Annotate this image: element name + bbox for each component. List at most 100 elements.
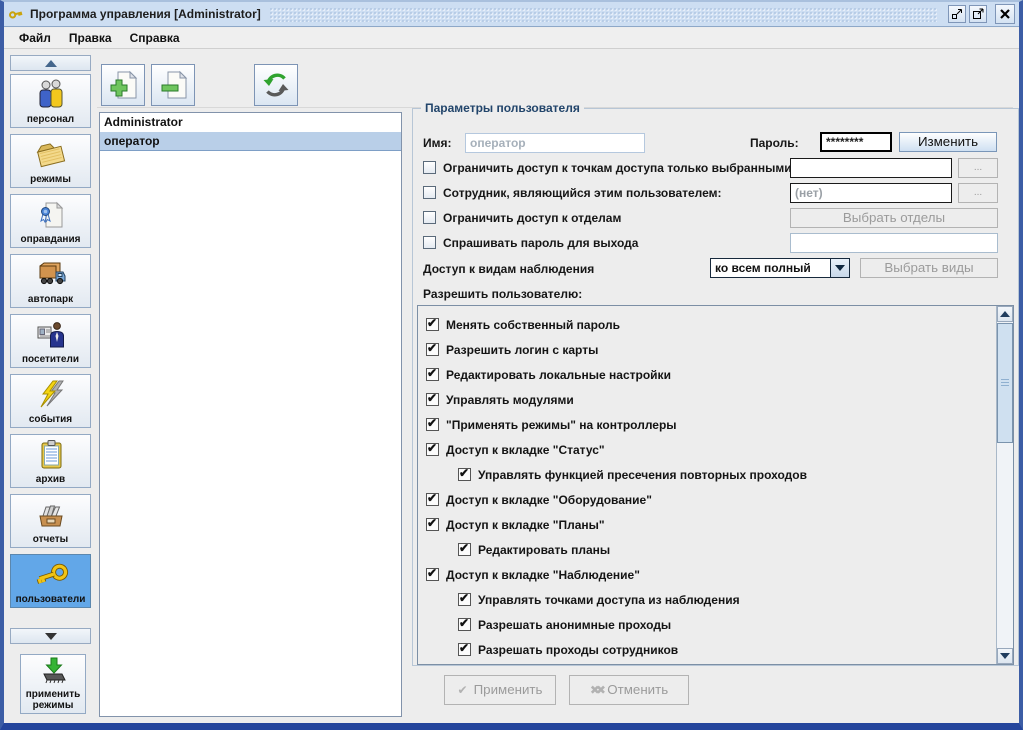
- apply-modes-label: применить режимы: [26, 689, 81, 711]
- title-bar[interactable]: Программа управления [Administrator]: [4, 2, 1019, 27]
- sidebar-item-archive[interactable]: архив: [10, 434, 91, 488]
- permission-checkbox: [426, 343, 439, 356]
- chevron-down-icon[interactable]: [830, 259, 849, 277]
- sidebar-item-excuses[interactable]: оправдания: [10, 194, 91, 248]
- permission-row[interactable]: Разрешать проходы сотрудников: [458, 642, 678, 658]
- refresh-icon: [259, 68, 293, 102]
- folder-icon: [33, 135, 69, 174]
- select-departments-button[interactable]: Выбрать отделы: [790, 208, 998, 228]
- add-user-button[interactable]: [101, 64, 145, 106]
- ask-exit-password-label: Спрашивать пароль для выхода: [443, 236, 638, 250]
- permission-row[interactable]: Управлять модулями: [426, 392, 574, 408]
- apply-modes-button[interactable]: применить режимы: [20, 654, 86, 714]
- permission-checkbox: [458, 543, 471, 556]
- view-access-label: Доступ к видам наблюдения: [423, 262, 594, 276]
- sidebar-scroll-down[interactable]: [10, 628, 91, 644]
- maximize-button[interactable]: [969, 5, 987, 23]
- cardfile-icon: [34, 495, 68, 534]
- close-icon: [998, 7, 1012, 21]
- linked-employee-label: Сотрудник, являющийся этим пользователем…: [443, 186, 722, 200]
- change-password-button[interactable]: Изменить: [899, 132, 997, 152]
- permissions-list: Менять собственный пароль Разрешить логи…: [417, 305, 1014, 665]
- cancel-button[interactable]: ✖✖ Отменить: [569, 675, 689, 705]
- certificate-icon: [34, 195, 68, 234]
- permission-row[interactable]: "Применять режимы" на контроллеры: [426, 417, 677, 433]
- minimize-button[interactable]: [948, 5, 966, 23]
- remove-user-button[interactable]: [151, 64, 195, 106]
- permission-row[interactable]: Доступ к вкладке "Планы": [426, 517, 605, 533]
- lightning-icon: [34, 375, 68, 414]
- refresh-button[interactable]: [254, 64, 298, 106]
- permission-row[interactable]: Доступ к вкладке "Оборудование": [426, 492, 652, 508]
- document-add-icon: [107, 68, 139, 102]
- sidebar-item-events[interactable]: события: [10, 374, 91, 428]
- linked-employee-field[interactable]: [790, 183, 952, 203]
- application-window: Программа управления [Administrator] Фай…: [0, 0, 1023, 730]
- limit-departments-label: Ограничить доступ к отделам: [443, 211, 621, 225]
- name-label: Имя:: [423, 136, 452, 150]
- exit-password-field[interactable]: [790, 233, 998, 253]
- close-button[interactable]: [995, 4, 1015, 24]
- limit-access-points-checkbox[interactable]: [423, 161, 436, 174]
- permission-checkbox: [458, 593, 471, 606]
- menu-help[interactable]: Справка: [121, 29, 189, 47]
- sidebar-item-fleet[interactable]: автопарк: [10, 254, 91, 308]
- limit-departments-checkbox[interactable]: [423, 211, 436, 224]
- view-access-combobox[interactable]: ко всем полный: [710, 258, 850, 278]
- menu-file[interactable]: Файл: [10, 29, 60, 47]
- user-params-panel: Параметры пользователя Имя: Пароль: Изме…: [412, 108, 1019, 666]
- user-row-operator[interactable]: оператор: [100, 132, 401, 151]
- permission-checkbox: [426, 318, 439, 331]
- permission-row[interactable]: Редактировать планы: [458, 542, 610, 558]
- permission-checkbox: [458, 643, 471, 656]
- key-icon: [31, 555, 71, 594]
- permission-checkbox: [426, 493, 439, 506]
- permissions-label: Разрешить пользователю:: [423, 287, 582, 301]
- visitor-icon: [34, 315, 68, 354]
- permission-row[interactable]: Доступ к вкладке "Статус": [426, 442, 605, 458]
- apply-check-icon: ✔: [458, 683, 468, 697]
- sidebar-item-reports[interactable]: отчеты: [10, 494, 91, 548]
- titlebar-texture: [269, 7, 937, 22]
- name-field[interactable]: [465, 133, 645, 153]
- scrollbar-up-button[interactable]: [997, 306, 1013, 322]
- scroll-down-icon: [45, 633, 57, 640]
- select-views-button[interactable]: Выбрать виды: [860, 258, 998, 278]
- ask-exit-password-checkbox[interactable]: [423, 236, 436, 249]
- permission-row[interactable]: Разрешить логин с карты: [426, 342, 598, 358]
- permission-checkbox: [426, 393, 439, 406]
- access-points-ellipsis-button[interactable]: ...: [958, 158, 998, 178]
- truck-icon: [33, 255, 69, 294]
- permission-row[interactable]: Доступ к вкладке "Наблюдение": [426, 567, 640, 583]
- apply-button[interactable]: ✔Применить: [444, 675, 556, 705]
- app-key-icon: [8, 6, 24, 22]
- linked-employee-ellipsis-button[interactable]: ...: [958, 183, 998, 203]
- menu-edit[interactable]: Правка: [60, 29, 121, 47]
- scrollbar-thumb[interactable]: [997, 323, 1013, 443]
- maximize-icon: [971, 7, 985, 21]
- permission-checkbox: [426, 368, 439, 381]
- permission-row[interactable]: Управлять функцией пресечения повторных …: [458, 467, 807, 483]
- permission-checkbox: [426, 443, 439, 456]
- permission-row[interactable]: Менять собственный пароль: [426, 317, 620, 333]
- scroll-up-icon: [45, 60, 57, 67]
- view-access-value: ко всем полный: [711, 259, 830, 277]
- people-icon: [34, 75, 68, 114]
- sidebar-item-modes[interactable]: режимы: [10, 134, 91, 188]
- password-field[interactable]: [820, 132, 892, 152]
- sidebar-item-users[interactable]: пользователи: [10, 554, 91, 608]
- permission-row[interactable]: Управлять точками доступа из наблюдения: [458, 592, 740, 608]
- permission-row[interactable]: Редактировать локальные настройки: [426, 367, 671, 383]
- permissions-scrollbar[interactable]: [996, 306, 1013, 664]
- scrollbar-down-button[interactable]: [997, 648, 1013, 664]
- permission-checkbox: [426, 518, 439, 531]
- permission-checkbox: [458, 468, 471, 481]
- sidebar-item-visitors[interactable]: посетители: [10, 314, 91, 368]
- sidebar-item-personnel[interactable]: персонал: [10, 74, 91, 128]
- linked-employee-checkbox[interactable]: [423, 186, 436, 199]
- sidebar-scroll-up[interactable]: [10, 55, 91, 71]
- access-points-field[interactable]: [790, 158, 952, 178]
- permission-row[interactable]: Разрешать анонимные проходы: [458, 617, 671, 633]
- user-row-administrator[interactable]: Administrator: [100, 113, 401, 132]
- document-remove-icon: [157, 68, 189, 102]
